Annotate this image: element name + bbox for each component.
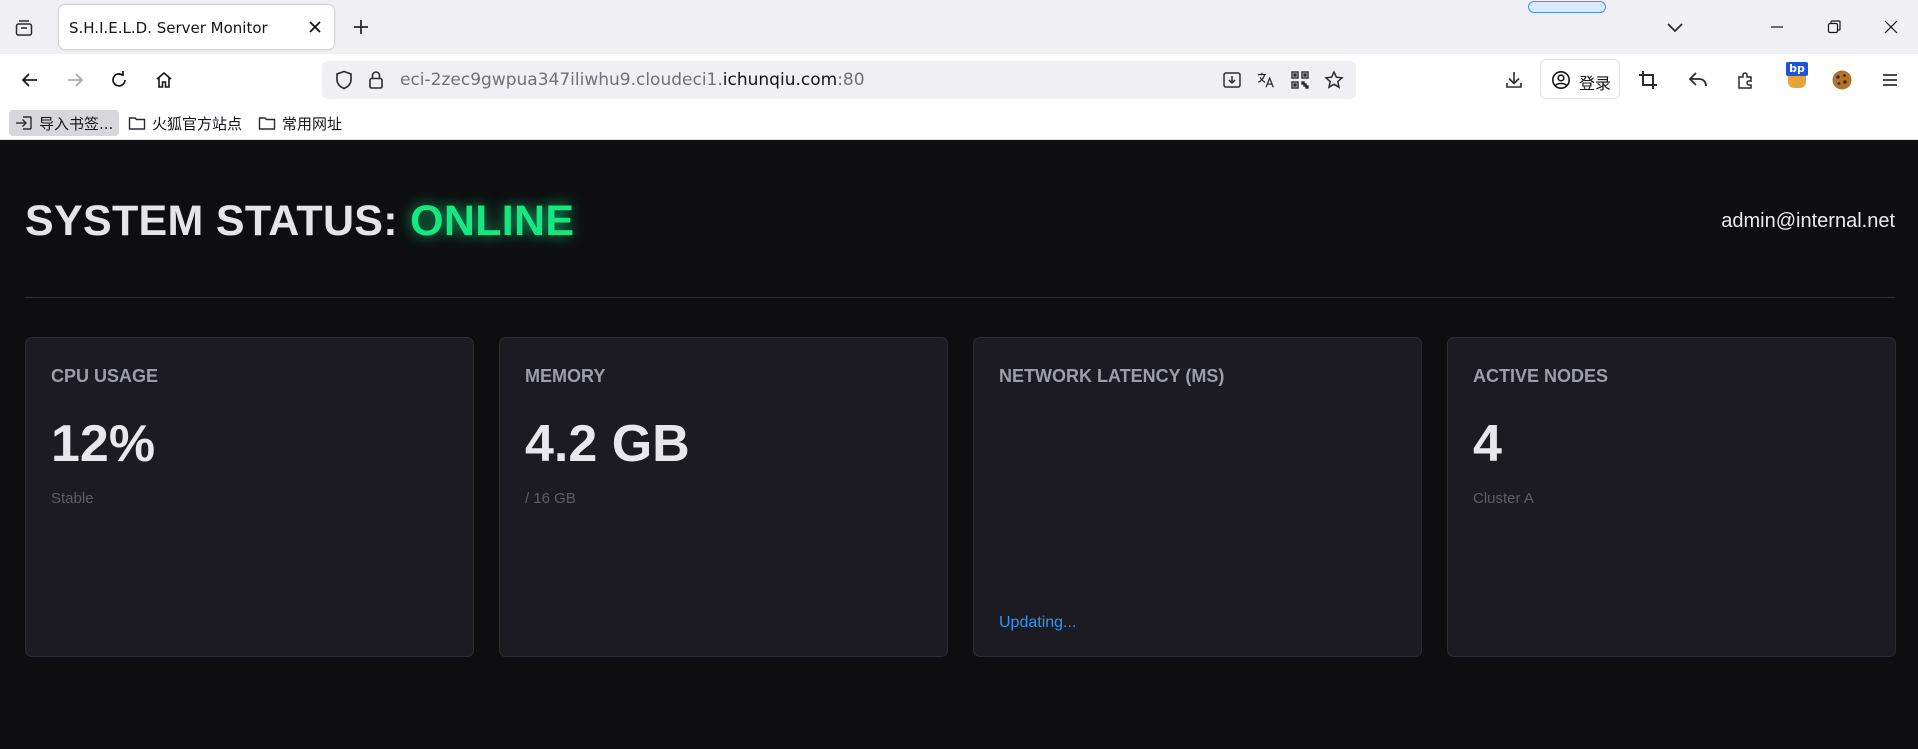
browser-tab[interactable]: S.H.I.E.L.D. Server Monitor	[59, 5, 334, 49]
card-status-note: Updating...	[999, 614, 1077, 631]
reload-icon[interactable]	[105, 66, 133, 94]
save-page-icon[interactable]	[1222, 70, 1242, 90]
header-divider	[25, 297, 1895, 298]
burp-extension-body	[1788, 74, 1806, 88]
back-icon[interactable]	[16, 66, 44, 94]
lock-icon[interactable]	[366, 70, 386, 90]
menu-icon[interactable]	[1876, 66, 1904, 94]
login-label: 登录	[1579, 74, 1612, 93]
cookie-icon[interactable]	[1828, 66, 1856, 94]
folder-icon	[128, 115, 146, 131]
url-domain: ichunqiu.com	[722, 70, 838, 90]
close-icon[interactable]	[306, 18, 324, 36]
extensions-icon[interactable]	[1732, 66, 1760, 94]
url-prefix: eci-2zec9gwpua347iliwhu9.cloudeci1.	[400, 70, 723, 90]
forward-icon[interactable]	[61, 66, 89, 94]
bookmark-common-sites-label: 常用网址	[282, 114, 343, 133]
system-status-label: SYSTEM STATUS:	[25, 197, 411, 245]
login-button[interactable]: 登录	[1540, 59, 1620, 99]
bookmark-firefox-site-label: 火狐官方站点	[152, 114, 243, 133]
card-value: 4.2 GB	[525, 415, 690, 473]
url-text: eci-2zec9gwpua347iliwhu9.cloudeci1.ichun…	[400, 70, 865, 90]
bookmark-common-sites[interactable]: 常用网址	[258, 110, 342, 136]
card-title: NETWORK LATENCY (MS)	[999, 366, 1225, 386]
plus-icon[interactable]	[350, 16, 372, 38]
folder-icon	[258, 115, 276, 131]
chevron-down-icon[interactable]	[1663, 16, 1687, 38]
undo-icon[interactable]	[1684, 66, 1712, 94]
account-icon	[1552, 71, 1570, 89]
url-bar[interactable]: eci-2zec9gwpua347iliwhu9.cloudeci1.ichun…	[322, 61, 1356, 99]
navigation-toolbar: eci-2zec9gwpua347iliwhu9.cloudeci1.ichun…	[0, 54, 1918, 106]
window-close-icon[interactable]	[1876, 12, 1906, 42]
card-network-latency: NETWORK LATENCY (MS) Updating...	[973, 337, 1422, 657]
tab-drop-indicator	[1528, 1, 1606, 13]
minimize-icon[interactable]	[1762, 12, 1792, 42]
tab-list-icon[interactable]	[12, 16, 36, 40]
card-value: 4	[1473, 415, 1502, 473]
star-icon[interactable]	[1324, 70, 1344, 90]
bookmark-firefox-site[interactable]: 火狐官方站点	[128, 110, 242, 136]
qr-code-icon[interactable]	[1290, 70, 1310, 90]
monitor-page: SYSTEM STATUS: ONLINE admin@internal.net…	[0, 141, 1918, 749]
tab-title: S.H.I.E.L.D. Server Monitor	[69, 19, 268, 37]
system-status-heading: SYSTEM STATUS: ONLINE	[25, 197, 574, 246]
shield-icon[interactable]	[334, 70, 354, 90]
card-title: MEMORY	[525, 366, 606, 386]
card-active-nodes: ACTIVE NODES 4 Cluster A	[1447, 337, 1896, 657]
url-port: :80	[837, 70, 865, 90]
card-subtitle: / 16 GB	[525, 490, 576, 507]
burp-extension-icon[interactable]: bp	[1783, 62, 1811, 92]
card-cpu-usage: CPU USAGE 12% Stable	[25, 337, 474, 657]
card-subtitle: Cluster A	[1473, 490, 1534, 507]
bookmark-import[interactable]: 导入书签...	[9, 110, 120, 136]
card-value: 12%	[51, 415, 156, 473]
bookmarks-toolbar: 导入书签... 火狐官方站点 常用网址	[0, 106, 1918, 140]
system-status-value: ONLINE	[410, 197, 575, 245]
card-memory: MEMORY 4.2 GB / 16 GB	[499, 337, 948, 657]
card-title: CPU USAGE	[51, 366, 159, 386]
restore-icon[interactable]	[1819, 12, 1849, 42]
screenshot-icon[interactable]	[1634, 66, 1662, 94]
bookmark-import-label: 导入书签...	[39, 114, 114, 133]
tab-strip: S.H.I.E.L.D. Server Monitor	[0, 0, 1918, 54]
burp-extension-badge: bp	[1786, 62, 1808, 76]
user-email: admin@internal.net	[1721, 210, 1895, 232]
download-icon[interactable]	[1500, 66, 1528, 94]
translate-icon[interactable]	[1256, 70, 1276, 90]
home-icon[interactable]	[150, 66, 178, 94]
card-title: ACTIVE NODES	[1473, 366, 1609, 386]
import-icon	[15, 115, 33, 131]
card-subtitle: Stable	[51, 490, 94, 507]
